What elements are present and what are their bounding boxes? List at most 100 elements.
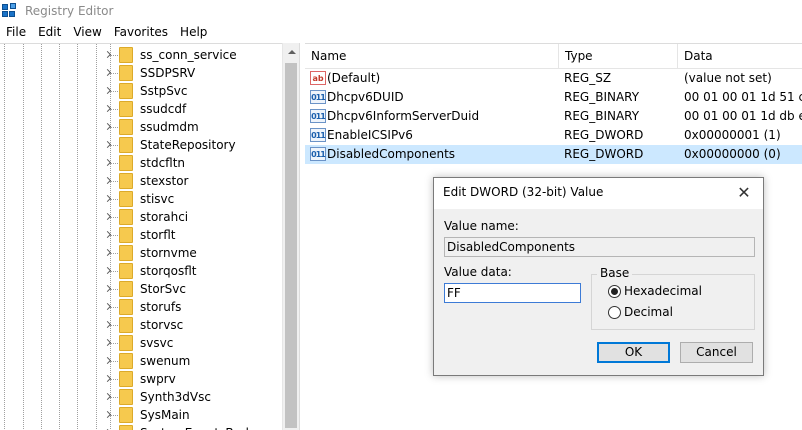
chevron-right-icon[interactable] bbox=[104, 411, 112, 419]
tree-item-label: ss_conn_service bbox=[140, 48, 237, 62]
base-label: Base bbox=[597, 266, 633, 280]
scroll-thumb[interactable] bbox=[285, 63, 297, 428]
chevron-right-icon[interactable] bbox=[104, 303, 112, 311]
tree-item[interactable]: stisvc bbox=[0, 190, 282, 208]
chevron-right-icon[interactable] bbox=[104, 141, 112, 149]
value-data: 0x00000000 (0) bbox=[684, 147, 781, 161]
value-name: DisabledComponents bbox=[327, 147, 456, 161]
value-row[interactable]: 011 Dhcpv6DUID REG_BINARY 00 01 00 01 1d 51… bbox=[305, 88, 802, 107]
tree-item[interactable]: svsvc bbox=[0, 334, 282, 352]
folder-icon bbox=[119, 407, 133, 423]
folder-icon bbox=[119, 389, 133, 405]
value-type: REG_DWORD bbox=[564, 147, 644, 161]
tree-item[interactable]: storahci bbox=[0, 208, 282, 226]
tree-item-label: SstpSvc bbox=[140, 84, 188, 98]
value-row[interactable]: 011 EnableICSIPv6 REG_DWORD 0x00000001 (1) bbox=[305, 126, 802, 145]
folder-icon bbox=[119, 83, 133, 99]
value-type: REG_BINARY bbox=[564, 109, 640, 123]
value-row[interactable]: 011 Dhcpv6InformServerDuid REG_BINARY 00 01… bbox=[305, 107, 802, 126]
chevron-right-icon[interactable] bbox=[104, 51, 112, 59]
folder-icon bbox=[119, 101, 133, 117]
tree-item-label: svsvc bbox=[140, 336, 174, 350]
window-title: Registry Editor bbox=[25, 4, 114, 18]
tree-item[interactable]: stexstor bbox=[0, 172, 282, 190]
decimal-radio[interactable] bbox=[608, 306, 621, 319]
value-row[interactable]: ab (Default) REG_SZ (value not set) bbox=[305, 69, 802, 88]
tree-item[interactable]: SSDPSRV bbox=[0, 64, 282, 82]
chevron-right-icon[interactable] bbox=[104, 339, 112, 347]
tree-item[interactable]: SstpSvc bbox=[0, 82, 282, 100]
chevron-right-icon[interactable] bbox=[104, 87, 112, 95]
value-type: REG_BINARY bbox=[564, 90, 640, 104]
menu-file[interactable]: File bbox=[0, 22, 32, 42]
menu-edit[interactable]: Edit bbox=[32, 22, 67, 42]
hexadecimal-label[interactable]: Hexadecimal bbox=[624, 284, 702, 298]
tree-item[interactable]: StorSvc bbox=[0, 280, 282, 298]
menu-view[interactable]: View bbox=[67, 22, 107, 42]
value-row[interactable]: 011 DisabledComponents REG_DWORD 0x00000000… bbox=[305, 145, 802, 164]
ok-button[interactable]: OK bbox=[597, 342, 670, 363]
key-tree[interactable]: ss_conn_service SSDPSRV SstpSvc ssudcdf ssud… bbox=[0, 43, 298, 430]
chevron-right-icon[interactable] bbox=[104, 177, 112, 185]
dialog-body: Value name: DisabledComponents Value dat… bbox=[434, 209, 763, 375]
tree-item[interactable]: storflt bbox=[0, 226, 282, 244]
chevron-right-icon[interactable] bbox=[104, 375, 112, 383]
tree-item[interactable]: ssudmdm bbox=[0, 118, 282, 136]
tree-item[interactable]: ssudcdf bbox=[0, 100, 282, 118]
folder-icon bbox=[119, 335, 133, 351]
chevron-right-icon[interactable] bbox=[104, 159, 112, 167]
tree-item-label: storvsc bbox=[140, 318, 184, 332]
chevron-right-icon[interactable] bbox=[104, 69, 112, 77]
chevron-right-icon[interactable] bbox=[104, 123, 112, 131]
column-header-name[interactable]: Name bbox=[305, 44, 559, 69]
folder-icon bbox=[119, 65, 133, 81]
menu-favorites[interactable]: Favorites bbox=[108, 22, 174, 42]
chevron-right-icon[interactable] bbox=[104, 321, 112, 329]
tree-item[interactable]: ss_conn_service bbox=[0, 46, 282, 64]
folder-icon bbox=[119, 47, 133, 63]
tree-item[interactable]: SystemEventsBroker bbox=[0, 424, 282, 430]
tree-item[interactable]: stornvme bbox=[0, 244, 282, 262]
folder-icon bbox=[119, 317, 133, 333]
value-data: 00 01 00 01 1d 51 c5 58 bbox=[684, 90, 802, 104]
scroll-up-arrow-icon[interactable] bbox=[283, 43, 300, 60]
tree-scrollbar[interactable] bbox=[282, 43, 299, 430]
value-name: Dhcpv6InformServerDuid bbox=[327, 109, 480, 123]
folder-icon bbox=[119, 371, 133, 387]
tree-item[interactable]: storqosflt bbox=[0, 262, 282, 280]
chevron-right-icon[interactable] bbox=[104, 393, 112, 401]
chevron-right-icon[interactable] bbox=[104, 357, 112, 365]
dialog-title: Edit DWORD (32-bit) Value bbox=[443, 185, 604, 199]
tree-item[interactable]: Synth3dVsc bbox=[0, 388, 282, 406]
menu-help[interactable]: Help bbox=[174, 22, 213, 42]
chevron-right-icon[interactable] bbox=[104, 231, 112, 239]
tree-item[interactable]: swenum bbox=[0, 352, 282, 370]
value-data-input[interactable]: FF bbox=[444, 283, 581, 303]
folder-icon bbox=[119, 353, 133, 369]
value-data: 0x00000001 (1) bbox=[684, 128, 781, 142]
column-header-data[interactable]: Data bbox=[678, 44, 802, 69]
chevron-right-icon[interactable] bbox=[104, 213, 112, 221]
cancel-button[interactable]: Cancel bbox=[680, 342, 753, 363]
tree-item[interactable]: StateRepository bbox=[0, 136, 282, 154]
chevron-right-icon[interactable] bbox=[104, 267, 112, 275]
chevron-right-icon[interactable] bbox=[104, 195, 112, 203]
decimal-label[interactable]: Decimal bbox=[624, 305, 673, 319]
folder-icon bbox=[119, 155, 133, 171]
list-header: Name Type Data bbox=[305, 44, 802, 69]
tree-item-label: SysMain bbox=[140, 408, 190, 422]
chevron-right-icon[interactable] bbox=[104, 105, 112, 113]
close-icon[interactable]: ✕ bbox=[733, 182, 755, 202]
tree-item[interactable]: storvsc bbox=[0, 316, 282, 334]
chevron-right-icon[interactable] bbox=[104, 285, 112, 293]
folder-icon bbox=[119, 281, 133, 297]
tree-item[interactable]: swprv bbox=[0, 370, 282, 388]
tree-item[interactable]: storufs bbox=[0, 298, 282, 316]
hexadecimal-radio[interactable] bbox=[608, 285, 621, 298]
chevron-right-icon[interactable] bbox=[104, 249, 112, 257]
edit-dword-dialog: Edit DWORD (32-bit) Value ✕ Value name: … bbox=[433, 177, 764, 376]
binary-value-icon: 011 bbox=[310, 109, 326, 123]
tree-item[interactable]: SysMain bbox=[0, 406, 282, 424]
column-header-type[interactable]: Type bbox=[559, 44, 678, 69]
tree-item[interactable]: stdcfltn bbox=[0, 154, 282, 172]
